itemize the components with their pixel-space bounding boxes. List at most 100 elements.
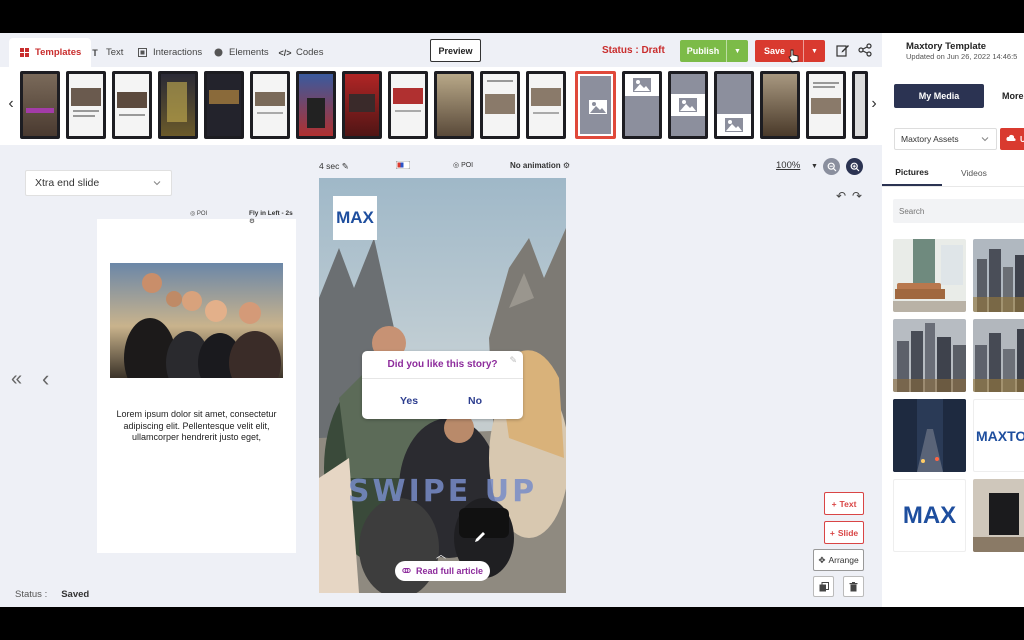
gallery-image-max-logo[interactable]: MAX bbox=[893, 479, 966, 552]
media-tabs: My Media More me bbox=[894, 84, 1024, 108]
maxto-logo-text: MAXTO bbox=[976, 427, 1024, 444]
slide-thumbnail[interactable] bbox=[66, 71, 106, 139]
media-panel: Maxtory Template Updated on Jun 26, 2022… bbox=[882, 33, 1024, 607]
poi-toggle[interactable]: ◎ POI bbox=[453, 161, 473, 169]
slide-thumbnail[interactable] bbox=[622, 71, 662, 139]
swipe-up-text[interactable]: SWIPE UP bbox=[319, 474, 566, 509]
gallery-image-maxtory-logo[interactable]: MAXTO bbox=[973, 399, 1024, 472]
tab-label: Templates bbox=[35, 47, 82, 58]
plus-icon: + bbox=[829, 527, 835, 538]
previous-slide-card[interactable]: ◎ POI Fly in Left - 2s ⚙ Lorem ipsum dol… bbox=[97, 210, 296, 553]
slide-thumbnail[interactable] bbox=[112, 71, 152, 139]
gallery-image-city[interactable] bbox=[973, 319, 1024, 392]
arrange-button[interactable]: ✥ Arrange bbox=[813, 549, 864, 571]
end-slide-select[interactable]: Xtra end slide bbox=[25, 170, 172, 196]
duplicate-icon[interactable] bbox=[813, 576, 834, 597]
slide-animation-label[interactable]: Fly in Left - 2s ⚙ bbox=[249, 210, 296, 225]
read-full-article-label: Read full article bbox=[415, 566, 484, 576]
slide-thumbnail[interactable] bbox=[760, 71, 800, 139]
slide-thumbnail[interactable] bbox=[806, 71, 846, 139]
tab-codes[interactable]: </> Codes bbox=[270, 38, 333, 67]
chevron-right-icon[interactable]: › bbox=[868, 93, 880, 115]
top-toolbar: Templates T Text Interactions Elements <… bbox=[0, 33, 882, 67]
tab-my-media[interactable]: My Media bbox=[894, 84, 984, 108]
slide-thumbnail[interactable] bbox=[204, 71, 244, 139]
gallery-image-tv-room[interactable] bbox=[973, 479, 1024, 552]
slide-thumbnail[interactable] bbox=[714, 71, 754, 139]
picture-tabs: Pictures Videos bbox=[882, 159, 1024, 187]
slide-thumbnail[interactable] bbox=[434, 71, 474, 139]
cloud-upload-icon bbox=[1006, 134, 1016, 144]
assets-select[interactable]: Maxtory Assets bbox=[894, 128, 997, 150]
tab-label: Elements bbox=[229, 47, 269, 58]
poll-widget[interactable]: Did you like this story? ✎ Yes No bbox=[362, 351, 523, 419]
zoom-in-icon[interactable] bbox=[846, 158, 863, 175]
chevron-down-icon bbox=[980, 134, 990, 146]
slide-thumbnail[interactable] bbox=[158, 71, 198, 139]
tab-pictures[interactable]: Pictures bbox=[882, 159, 942, 186]
search-input[interactable] bbox=[893, 199, 1024, 223]
slide-thumbnail[interactable] bbox=[526, 71, 566, 139]
zoom-out-icon[interactable] bbox=[823, 158, 840, 175]
slide-thumbnail[interactable] bbox=[342, 71, 382, 139]
story-canvas[interactable]: MAX Did you like this story? ✎ Yes No SW… bbox=[319, 178, 566, 593]
tab-interactions[interactable]: Interactions bbox=[127, 38, 212, 67]
trash-icon[interactable] bbox=[843, 576, 864, 597]
gallery-image-living-room[interactable] bbox=[893, 239, 966, 312]
publish-button[interactable]: Publish ▼ bbox=[680, 40, 748, 62]
upload-label: U bbox=[1020, 134, 1024, 144]
chevron-left-icon[interactable]: ‹ bbox=[5, 93, 17, 115]
slide-thumbnail-selected[interactable] bbox=[575, 71, 616, 139]
tab-more-media[interactable]: More me bbox=[990, 84, 1024, 108]
color-toggle-icon[interactable] bbox=[395, 160, 411, 171]
read-full-article-button[interactable]: Read full article bbox=[395, 561, 490, 581]
slide-thumbnail[interactable] bbox=[668, 71, 708, 139]
slide-thumbnail[interactable] bbox=[852, 71, 868, 139]
animation-control[interactable]: No animation ⚙ bbox=[510, 161, 570, 170]
slide-thumbnail[interactable] bbox=[480, 71, 520, 139]
caret-up-icon: ︿ bbox=[436, 550, 446, 561]
pencil-edit-icon[interactable] bbox=[473, 530, 487, 544]
share-icon[interactable] bbox=[857, 42, 873, 58]
poi-label: POI bbox=[461, 162, 474, 169]
publish-dropdown-icon[interactable]: ▼ bbox=[726, 40, 748, 62]
slide-thumbnail[interactable] bbox=[388, 71, 428, 139]
move-icon: ✥ bbox=[818, 554, 826, 565]
duration-control[interactable]: 4 sec ✎ bbox=[319, 161, 349, 172]
cursor-hand-icon bbox=[786, 48, 802, 64]
save-dropdown-icon[interactable]: ▼ bbox=[803, 40, 825, 62]
tab-videos[interactable]: Videos bbox=[961, 159, 987, 186]
poll-option-no[interactable]: No bbox=[468, 395, 482, 407]
undo-icon[interactable]: ↶ bbox=[836, 189, 846, 203]
edit-icon[interactable] bbox=[835, 42, 851, 58]
slide-thumbnail[interactable] bbox=[20, 71, 60, 139]
template-title: Maxtory Template bbox=[906, 41, 987, 52]
gallery-image-city[interactable] bbox=[973, 239, 1024, 312]
brand-logo[interactable]: MAX bbox=[333, 196, 377, 240]
tab-text[interactable]: T Text bbox=[80, 38, 133, 67]
double-chevron-left-icon[interactable]: « bbox=[11, 368, 22, 391]
redo-icon[interactable]: ↷ bbox=[852, 189, 862, 203]
tab-elements[interactable]: Elements bbox=[203, 38, 279, 67]
gallery-image-city[interactable] bbox=[893, 319, 966, 392]
zoom-value: 100% bbox=[776, 160, 801, 171]
gallery-image-street[interactable] bbox=[893, 399, 966, 472]
tab-templates[interactable]: Templates bbox=[9, 38, 92, 67]
chevron-left-icon[interactable]: ‹ bbox=[42, 366, 49, 392]
upload-button[interactable]: U bbox=[1000, 128, 1024, 150]
slide-thumbnail[interactable] bbox=[296, 71, 336, 139]
arrange-label: Arrange bbox=[828, 555, 859, 565]
pencil-icon[interactable]: ✎ bbox=[509, 355, 517, 366]
poll-option-yes[interactable]: Yes bbox=[400, 395, 418, 407]
preview-button[interactable]: Preview bbox=[430, 39, 481, 62]
add-text-button[interactable]: + Text bbox=[824, 492, 864, 515]
image-placeholder-icon bbox=[589, 100, 607, 114]
slide-thumbnail[interactable] bbox=[250, 71, 290, 139]
caret-down-icon: ▼ bbox=[810, 163, 818, 170]
zoom-select[interactable]: 100% ▼ bbox=[776, 160, 818, 171]
tab-label: Interactions bbox=[153, 47, 203, 58]
add-slide-button[interactable]: + Slide bbox=[824, 521, 864, 544]
poi-indicator: ◎ POI bbox=[190, 211, 208, 217]
status-value: Saved bbox=[61, 589, 90, 600]
text-icon: T bbox=[92, 47, 98, 58]
